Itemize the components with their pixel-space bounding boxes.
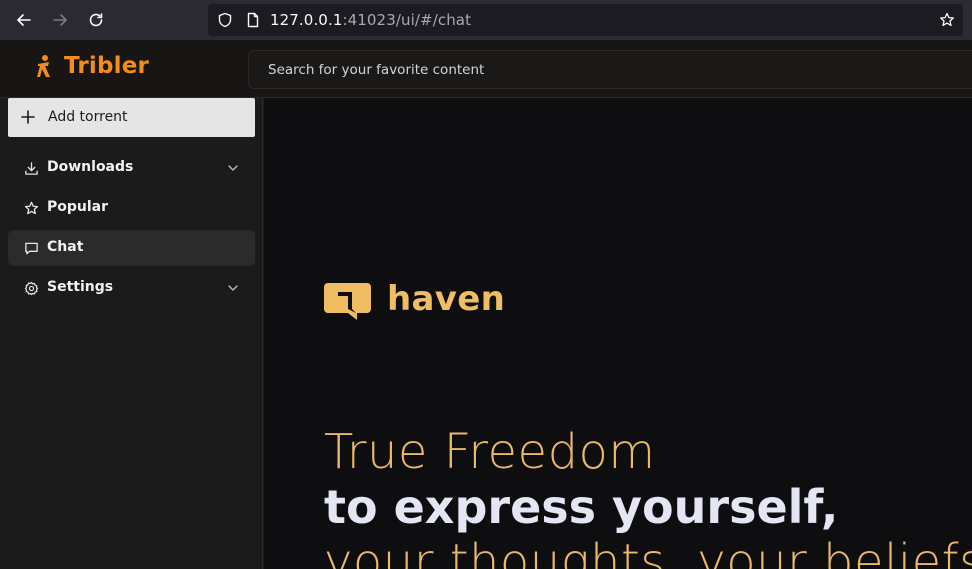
gear-icon <box>24 281 39 296</box>
haven-logo-icon <box>324 283 371 320</box>
add-torrent-button[interactable]: Add torrent <box>8 98 255 137</box>
sidebar-item-label: Chat <box>47 239 84 255</box>
tribler-logo[interactable]: Tribler <box>34 53 149 79</box>
back-button[interactable] <box>6 2 42 38</box>
url-text[interactable]: 127.0.0.1:41023/ui/#/chat <box>270 11 471 29</box>
sidebar: Add torrent Downloads Popular Chat Setti… <box>0 98 263 569</box>
chat-main-panel: haven True Freedom to express yourself, … <box>264 98 972 569</box>
download-icon <box>25 162 38 175</box>
arrow-left-icon <box>17 14 31 26</box>
sidebar-item-downloads[interactable]: Downloads <box>8 150 255 186</box>
reload-icon <box>89 13 103 27</box>
url-path: :41023/ui/#/chat <box>342 11 472 29</box>
url-bar[interactable]: 127.0.0.1:41023/ui/#/chat <box>208 4 963 36</box>
hero-line-2: to express yourself, <box>324 480 839 534</box>
chevron-down-icon <box>228 165 238 171</box>
sidebar-item-popular[interactable]: Popular <box>8 190 255 226</box>
browser-toolbar: 127.0.0.1:41023/ui/#/chat <box>0 0 972 40</box>
forward-button[interactable] <box>42 2 78 38</box>
sidebar-item-settings[interactable]: Settings <box>8 270 255 306</box>
hero-heading: True Freedom to express yourself, your t… <box>324 424 972 569</box>
haven-logo: haven <box>324 279 505 322</box>
hero-line-3: your thoughts, your beliefs <box>324 534 972 569</box>
sidebar-item-chat[interactable]: Chat <box>8 230 255 266</box>
chevron-down-icon <box>228 285 238 291</box>
arrow-right-icon <box>53 14 67 26</box>
sidebar-item-label: Popular <box>47 199 109 215</box>
add-torrent-label: Add torrent <box>48 109 128 125</box>
haven-brand-text: haven <box>387 279 506 319</box>
plus-icon <box>21 110 35 124</box>
hero-line-1: True Freedom <box>324 424 656 480</box>
sidebar-item-label: Settings <box>47 279 114 295</box>
bookmark-star-icon[interactable] <box>939 12 955 28</box>
url-host: 127.0.0.1 <box>270 11 343 29</box>
shield-icon[interactable] <box>217 12 233 28</box>
app-header: Tribler <box>0 40 972 98</box>
reload-button[interactable] <box>78 2 114 38</box>
page-icon[interactable] <box>245 12 261 28</box>
sidebar-item-label: Downloads <box>47 159 134 175</box>
star-icon <box>24 201 39 215</box>
app-name: Tribler <box>64 53 150 79</box>
chat-icon <box>25 242 38 255</box>
tribler-logo-icon <box>37 55 50 77</box>
search-input[interactable] <box>248 50 972 89</box>
